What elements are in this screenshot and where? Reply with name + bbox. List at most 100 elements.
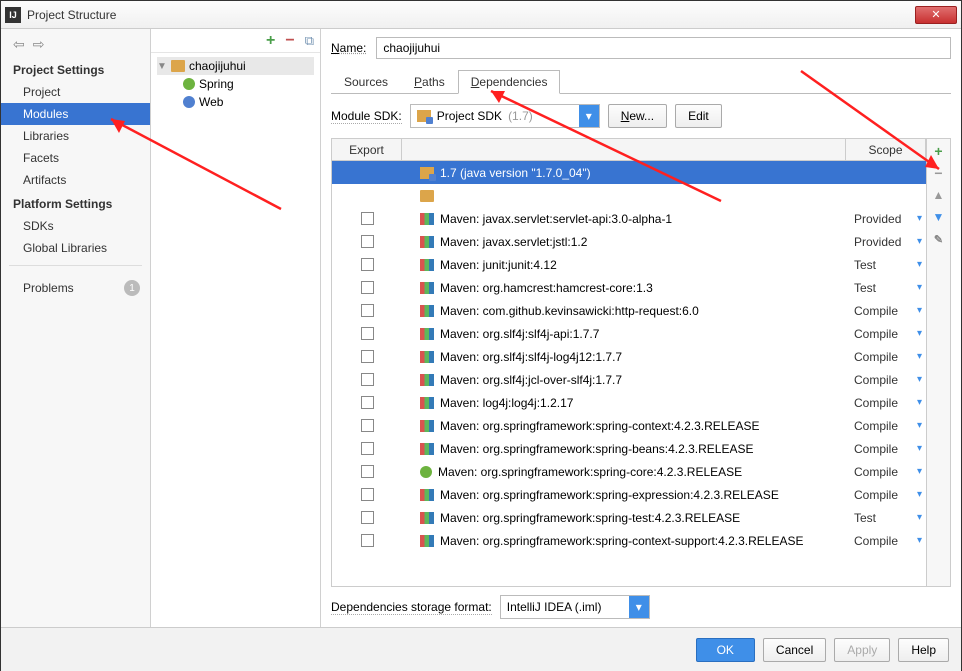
export-checkbox[interactable] [361,534,374,547]
apply-button[interactable]: Apply [834,638,890,662]
scope-dropdown-icon[interactable]: ▾ [917,535,922,546]
export-checkbox[interactable] [361,281,374,294]
export-checkbox[interactable] [361,258,374,271]
sdk-value-suffix: (1.7) [508,109,533,123]
move-up-icon[interactable]: ▲ [931,187,947,203]
dependency-row[interactable]: Maven: junit:junit:4.12Test▾ [332,253,926,276]
move-down-icon[interactable]: ▼ [931,209,947,225]
ok-button[interactable]: OK [696,638,755,662]
scope-dropdown-icon[interactable]: ▾ [917,397,922,408]
col-scope[interactable]: Scope [846,139,926,160]
dependency-name: Maven: org.springframework:spring-core:4… [438,465,742,479]
nav-back-icon[interactable]: ⇦ [13,37,25,51]
export-checkbox[interactable] [361,304,374,317]
dependency-row[interactable]: Maven: org.springframework:spring-contex… [332,414,926,437]
remove-dependency-icon[interactable]: − [931,165,947,181]
module-sdk-select[interactable]: Project SDK (1.7) ▾ [410,104,600,128]
export-checkbox[interactable] [361,350,374,363]
sidebar-item-facets[interactable]: Facets [1,147,150,169]
export-checkbox[interactable] [361,396,374,409]
window-title: Project Structure [27,8,915,22]
dependency-row[interactable]: Maven: org.slf4j:slf4j-log4j12:1.7.7Comp… [332,345,926,368]
dependency-row[interactable]: Maven: org.springframework:spring-beans:… [332,437,926,460]
dependency-row[interactable]: Maven: com.github.kevinsawicki:http-requ… [332,299,926,322]
module-name-input[interactable] [376,37,951,59]
tree-item[interactable]: Web [157,93,314,111]
scope-dropdown-icon[interactable]: ▾ [917,466,922,477]
sidebar-item-project[interactable]: Project [1,81,150,103]
scope-dropdown-icon[interactable]: ▾ [917,512,922,523]
dependency-name: 1.7 (java version "1.7.0_04") [440,166,591,180]
dependency-row[interactable]: Maven: javax.servlet:jstl:1.2Provided▾ [332,230,926,253]
export-checkbox[interactable] [361,212,374,225]
dependency-row[interactable]: Maven: org.slf4j:slf4j-api:1.7.7Compile▾ [332,322,926,345]
export-checkbox[interactable] [361,511,374,524]
scope-dropdown-icon[interactable]: ▾ [917,489,922,500]
add-module-icon[interactable]: + [266,32,275,50]
edit-dependency-icon[interactable]: ✎ [931,231,947,247]
sidebar: ⇦ ⇨ Project SettingsProjectModulesLibrar… [1,29,151,627]
scope-dropdown-icon[interactable]: ▾ [917,305,922,316]
dependency-row[interactable]: Maven: org.springframework:spring-test:4… [332,506,926,529]
dependency-row[interactable] [332,184,926,207]
dependency-row[interactable]: Maven: log4j:log4j:1.2.17Compile▾ [332,391,926,414]
sidebar-item-sdks[interactable]: SDKs [1,215,150,237]
dropdown-arrow-icon[interactable]: ▾ [629,596,649,618]
scope-dropdown-icon[interactable]: ▾ [917,328,922,339]
scope-dropdown-icon[interactable]: ▾ [917,282,922,293]
scope-dropdown-icon[interactable]: ▾ [917,420,922,431]
sidebar-item-libraries[interactable]: Libraries [1,125,150,147]
sdk-value: Project SDK [437,109,502,123]
remove-module-icon[interactable]: − [285,32,294,50]
scope-dropdown-icon[interactable]: ▾ [917,259,922,270]
edit-sdk-button[interactable]: Edit [675,104,722,128]
dependency-row[interactable]: 1.7 (java version "1.7.0_04") [332,161,926,184]
tree-expand-icon[interactable]: ▼ [157,61,167,72]
tree-item[interactable]: Spring [157,75,314,93]
col-name[interactable] [402,139,846,160]
export-checkbox[interactable] [361,488,374,501]
help-button[interactable]: Help [898,638,949,662]
export-checkbox[interactable] [361,373,374,386]
storage-format-select[interactable]: IntelliJ IDEA (.iml) ▾ [500,595,650,619]
scope-dropdown-icon[interactable]: ▾ [917,236,922,247]
cancel-button[interactable]: Cancel [763,638,826,662]
scope-dropdown-icon[interactable]: ▾ [917,213,922,224]
dependency-name: Maven: org.slf4j:slf4j-log4j12:1.7.7 [440,350,622,364]
web-icon [183,96,195,108]
export-checkbox[interactable] [361,442,374,455]
dependency-row[interactable]: Maven: org.slf4j:jcl-over-slf4j:1.7.7Com… [332,368,926,391]
sidebar-item-global-libraries[interactable]: Global Libraries [1,237,150,259]
scope-dropdown-icon[interactable]: ▾ [917,374,922,385]
tabs: SourcesPathsDependencies [331,69,951,94]
col-export[interactable]: Export [332,139,402,160]
sidebar-item-artifacts[interactable]: Artifacts [1,169,150,191]
library-icon [420,420,434,432]
tab-paths[interactable]: Paths [401,70,458,94]
new-sdk-button[interactable]: New... [608,104,667,128]
tab-dependencies[interactable]: Dependencies [458,70,561,94]
dependency-name: Maven: log4j:log4j:1.2.17 [440,396,573,410]
export-checkbox[interactable] [361,327,374,340]
scope-dropdown-icon[interactable]: ▾ [917,443,922,454]
sidebar-item-problems[interactable]: Problems 1 [1,276,150,300]
tab-sources[interactable]: Sources [331,70,401,94]
dependency-name: Maven: javax.servlet:servlet-api:3.0-alp… [440,212,672,226]
dependency-name: Maven: org.slf4j:slf4j-api:1.7.7 [440,327,599,341]
nav-forward-icon[interactable]: ⇨ [33,37,45,51]
add-dependency-icon[interactable]: + [931,143,947,159]
dependency-row[interactable]: Maven: org.springframework:spring-expres… [332,483,926,506]
dependency-row[interactable]: Maven: org.springframework:spring-core:4… [332,460,926,483]
scope-dropdown-icon[interactable]: ▾ [917,351,922,362]
tree-root[interactable]: ▼ chaojijuhui [157,57,314,75]
dependency-row[interactable]: Maven: javax.servlet:servlet-api:3.0-alp… [332,207,926,230]
copy-module-icon[interactable]: ⧉ [305,33,314,49]
export-checkbox[interactable] [361,419,374,432]
dropdown-arrow-icon[interactable]: ▾ [579,105,599,127]
export-checkbox[interactable] [361,235,374,248]
dependency-row[interactable]: Maven: org.hamcrest:hamcrest-core:1.3Tes… [332,276,926,299]
dependency-row[interactable]: Maven: org.springframework:spring-contex… [332,529,926,552]
export-checkbox[interactable] [361,465,374,478]
close-button[interactable]: ✕ [915,6,957,24]
sidebar-item-modules[interactable]: Modules [1,103,150,125]
